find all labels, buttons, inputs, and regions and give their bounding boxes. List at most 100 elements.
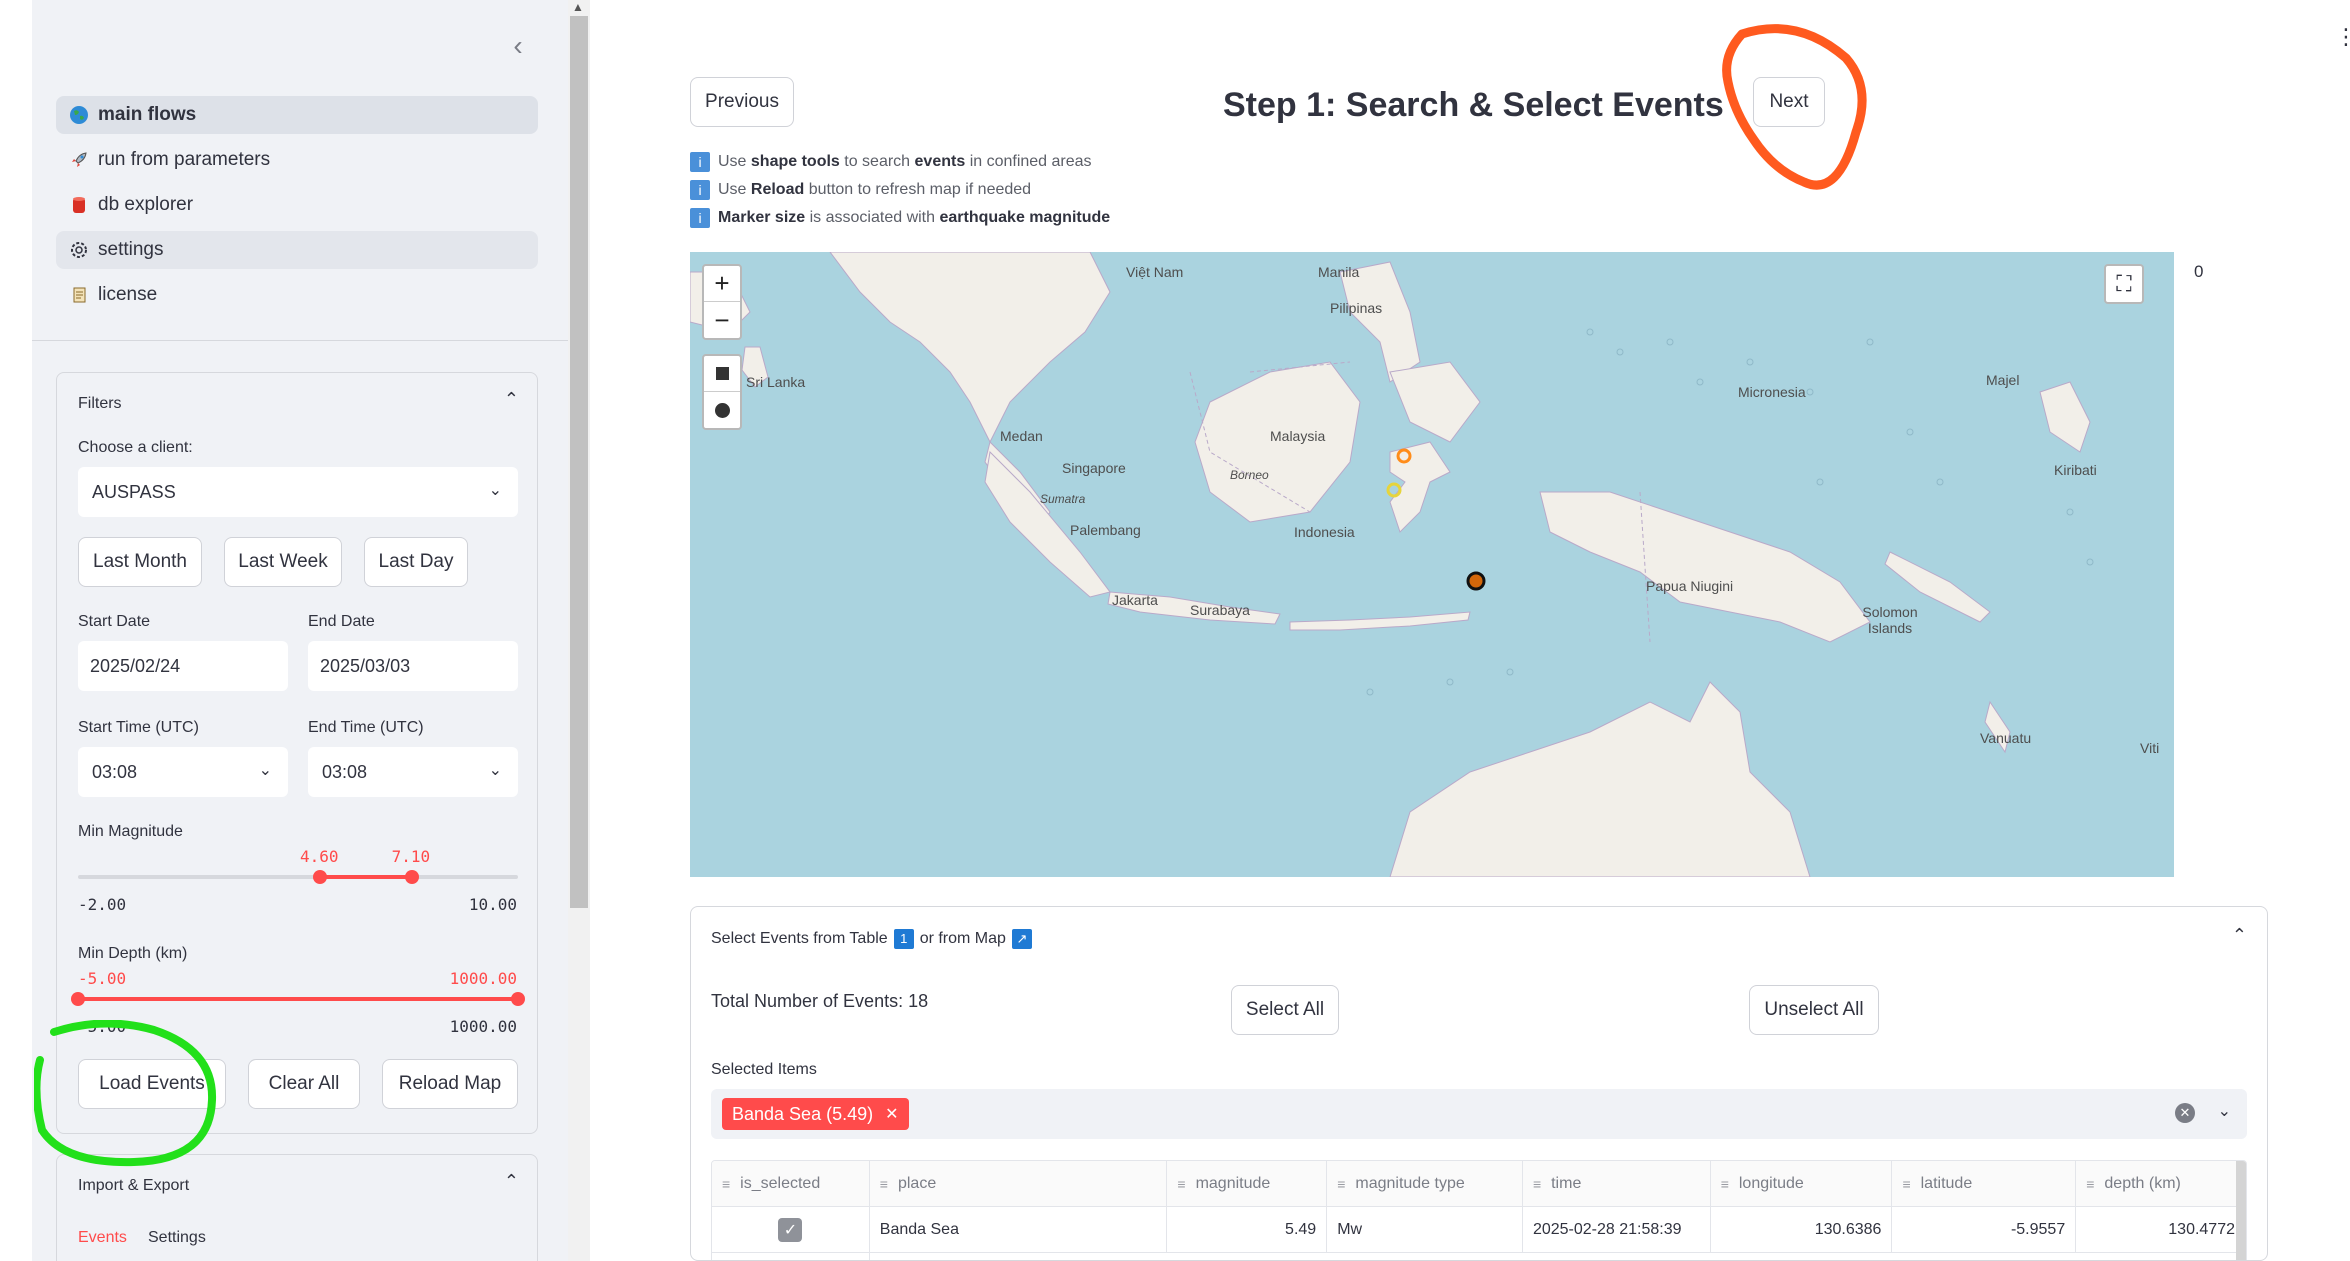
is-selected-cell[interactable] [712, 1253, 870, 1260]
time-cell[interactable]: 2025-02-28 21:58:39 [1523, 1207, 1711, 1252]
reload-map-button[interactable]: Reload Map [382, 1059, 518, 1109]
start-date-input[interactable]: 2025/02/24 [78, 641, 288, 691]
checked-checkbox-icon[interactable]: ✓ [778, 1217, 803, 1242]
last-week-button[interactable]: Last Week [224, 537, 342, 587]
column-header[interactable]: ≡ latitude [1892, 1161, 2077, 1206]
table-row[interactable]: ✓ Banda Sea 5.49 Mw 2025-02-28 21:58:39 … [712, 1207, 2246, 1253]
more-options-icon[interactable]: ⋮ [2335, 24, 2350, 50]
nav-item-run-from-parameters[interactable]: run from parameters [56, 141, 538, 179]
globe-icon [68, 104, 90, 126]
magnitude-track[interactable] [78, 875, 518, 879]
chevron-down-icon: ⌄ [488, 762, 502, 779]
draw-toolbar [702, 354, 742, 430]
end-time-value: 03:08 [322, 761, 368, 782]
magnitude-label: Min Magnitude [78, 823, 183, 840]
map-label: Papua Niugini [1646, 578, 1734, 594]
last-month-button[interactable]: Last Month [78, 537, 202, 587]
nav-label: db explorer [98, 194, 194, 215]
map-label: Surabaya [1190, 602, 1250, 618]
nav-item-db-explorer[interactable]: db explorer [56, 186, 538, 224]
numbers-icon: 1 [893, 929, 914, 949]
import-export-expander: Import & Export ⌃ Events Settings [56, 1154, 538, 1261]
map-label: Palembang [1070, 522, 1141, 538]
selected-items-multiselect[interactable]: Banda Sea (5.49) ✕ ✕ ⌄ [711, 1089, 2247, 1139]
depth-high-value: 1000.00 [449, 969, 517, 988]
select-events-title[interactable]: Select Events from Table 1 or from Map ↗ [711, 929, 1038, 949]
start-time-select[interactable]: 03:08 ⌄ [78, 747, 288, 797]
table-row[interactable] [712, 1253, 2246, 1260]
column-header[interactable]: ≡ longitude [1710, 1161, 1893, 1206]
table-header-row: ≡ is_selected ≡ place ≡ magnitude ≡ magnitud… [712, 1161, 2246, 1207]
map-label: Singapore [1062, 460, 1126, 476]
column-header[interactable]: ≡ time [1522, 1161, 1711, 1206]
tab-settings[interactable]: Settings [148, 1229, 206, 1247]
filters-title[interactable]: Filters [78, 395, 122, 413]
previous-button[interactable]: Previous [690, 77, 794, 127]
chevron-up-icon[interactable]: ⌃ [504, 389, 519, 410]
collapse-sidebar-icon[interactable]: ‹ [500, 28, 536, 64]
place-cell[interactable]: Banda Sea [870, 1207, 1168, 1252]
chevron-down-icon[interactable]: ⌄ [2218, 1101, 2231, 1121]
depth-label: Min Depth (km) [78, 945, 188, 962]
event-marker-selected[interactable] [1466, 571, 1486, 591]
magnitude-cell[interactable]: 5.49 [1167, 1207, 1328, 1252]
magnitude-low-thumb[interactable] [313, 870, 327, 884]
column-header[interactable]: ≡ magnitude type [1327, 1161, 1523, 1206]
depth-cell[interactable]: 130.4772 [2076, 1207, 2246, 1252]
event-marker[interactable] [1386, 482, 1402, 498]
map-label: Pilipinas [1330, 300, 1383, 316]
tab-events[interactable]: Events [78, 1229, 127, 1247]
zoom-control: + − [702, 264, 742, 340]
end-date-input[interactable]: 2025/03/03 [308, 641, 518, 691]
magnitude-type-cell[interactable]: Mw [1327, 1207, 1523, 1252]
map-label: Micronesia [1738, 384, 1806, 400]
sidebar-scrollbar-thumb[interactable] [570, 16, 588, 908]
latitude-cell[interactable]: -5.9557 [1892, 1207, 2077, 1252]
nav-item-main-flows[interactable]: main flows [56, 96, 538, 134]
client-select[interactable]: AUSPASS ⌄ [78, 467, 518, 517]
chevron-up-icon[interactable]: ⌃ [504, 1171, 519, 1192]
end-time-select[interactable]: 03:08 ⌄ [308, 747, 518, 797]
depth-max-tick: 1000.00 [449, 1017, 517, 1036]
is-selected-cell[interactable]: ✓ [712, 1207, 870, 1252]
nav-item-license[interactable]: license [56, 276, 538, 314]
event-map[interactable]: Việt Nam Manila Pilipinas Sri Lanka Meda… [690, 252, 2174, 877]
column-header[interactable]: ≡ depth (km) [2076, 1161, 2246, 1206]
clear-selection-icon[interactable]: ✕ [2175, 1103, 2195, 1123]
last-day-button[interactable]: Last Day [364, 537, 468, 587]
sidebar-scrollbar[interactable]: ▲ [568, 0, 590, 1261]
info-bold: shape tools [750, 153, 840, 170]
scroll-up-arrow-icon[interactable]: ▲ [572, 0, 584, 14]
magnitude-high-thumb[interactable] [404, 870, 419, 884]
clear-all-button[interactable]: Clear All [248, 1059, 360, 1109]
depth-high-thumb[interactable] [511, 992, 525, 1006]
longitude-cell[interactable]: 130.6386 [1711, 1207, 1893, 1252]
client-label: Choose a client: [78, 439, 193, 456]
column-header[interactable]: ≡ is_selected [712, 1161, 870, 1206]
events-table[interactable]: ≡ is_selected ≡ place ≡ magnitude ≡ magnitud… [711, 1160, 2247, 1260]
nav-label: main flows [98, 104, 197, 125]
select-all-button[interactable]: Select All [1231, 985, 1339, 1035]
map-label: Sumatra [1040, 492, 1086, 506]
table-scrollbar[interactable] [2236, 1161, 2246, 1260]
column-type-icon: ≡ [1177, 1175, 1186, 1192]
map-label: Kiribati [2054, 462, 2097, 478]
chevron-up-icon[interactable]: ⌃ [2232, 925, 2247, 946]
zoom-in-button[interactable]: + [704, 266, 740, 302]
total-events: Total Number of Events: 18 [711, 991, 929, 1011]
info-icon: i [690, 152, 710, 172]
unselect-all-button[interactable]: Unselect All [1749, 985, 1879, 1035]
nav-label: license [98, 284, 158, 305]
fullscreen-icon[interactable]: ⛶ [2104, 264, 2144, 304]
draw-circle-icon[interactable] [704, 392, 740, 428]
zoom-out-button[interactable]: − [704, 302, 740, 338]
start-time-label: Start Time (UTC) [78, 719, 199, 736]
depth-low-thumb[interactable] [71, 992, 85, 1006]
nav-item-settings[interactable]: settings [56, 231, 538, 269]
draw-rectangle-icon[interactable] [704, 356, 740, 392]
column-header[interactable]: ≡ magnitude [1167, 1161, 1328, 1206]
column-header[interactable]: ≡ place [869, 1161, 1168, 1206]
selected-chip[interactable]: Banda Sea (5.49) ✕ [722, 1098, 909, 1130]
import-export-title[interactable]: Import & Export [78, 1177, 189, 1195]
remove-chip-icon[interactable]: ✕ [885, 1104, 898, 1124]
